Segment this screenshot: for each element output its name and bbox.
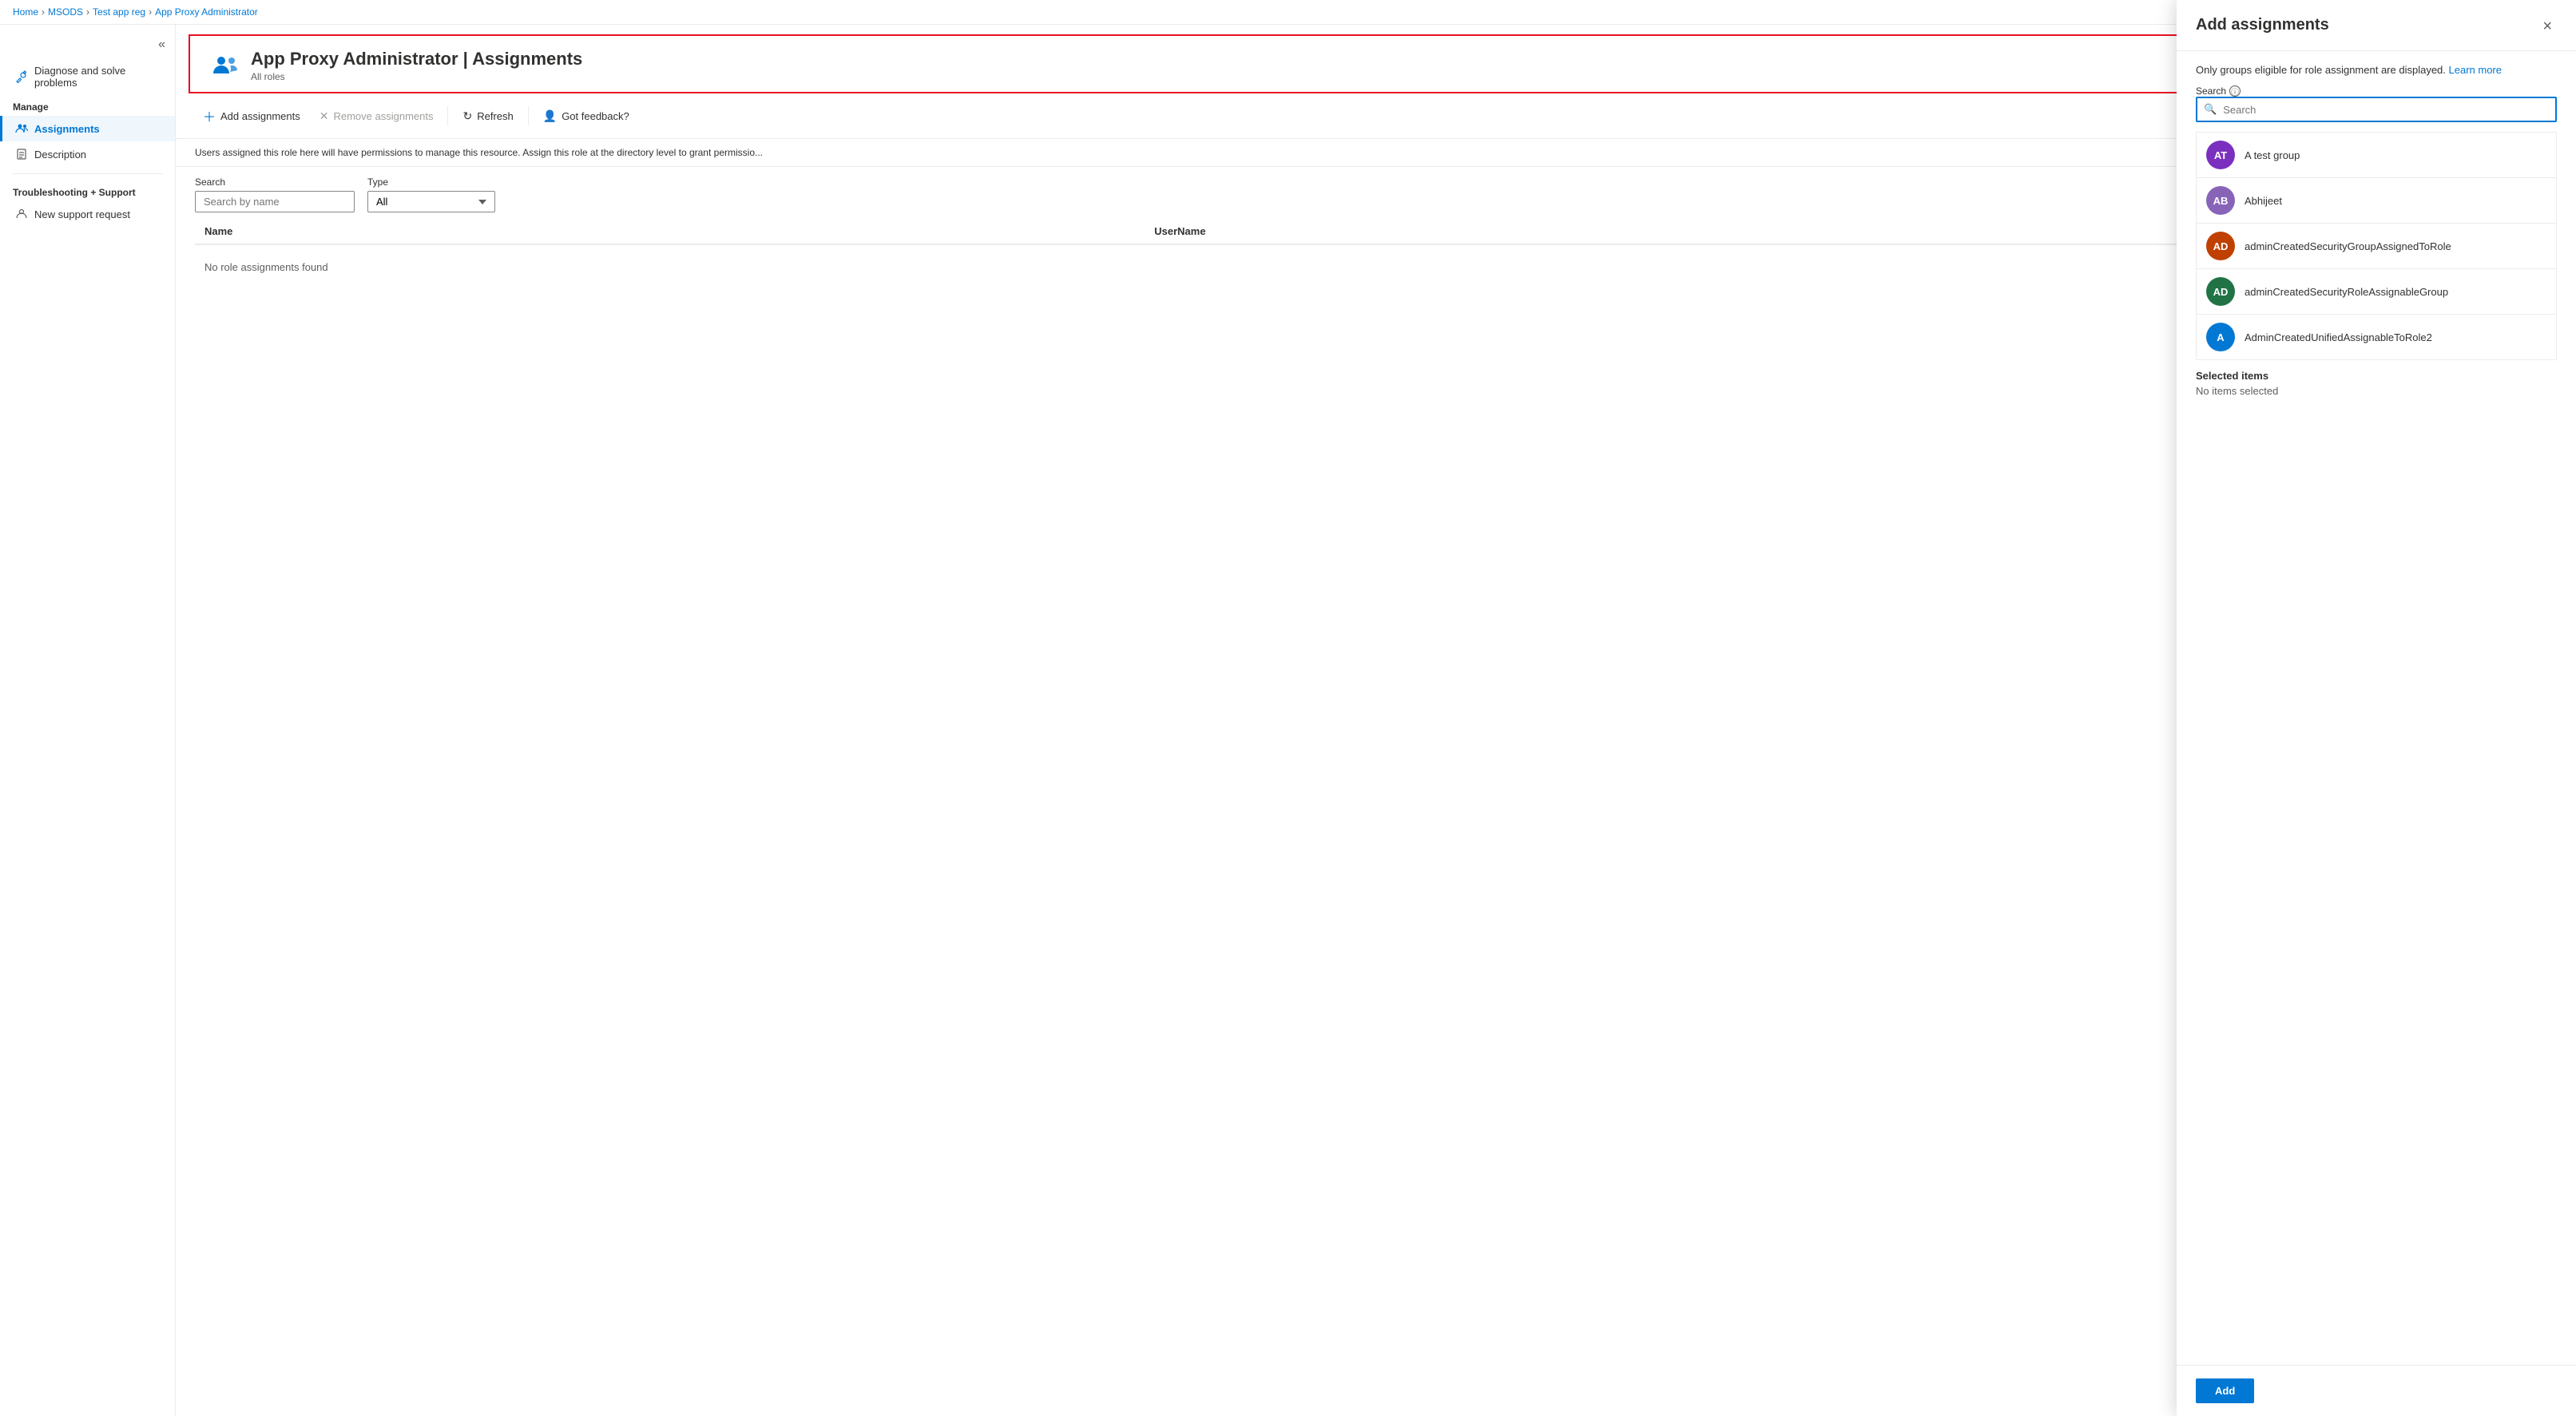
selected-items-label: Selected items [2196, 370, 2557, 382]
sidebar-item-diagnose-label: Diagnose and solve problems [34, 65, 162, 89]
no-items-selected-text: No items selected [2196, 382, 2557, 400]
feedback-button[interactable]: 👤 Got feedback? [535, 105, 637, 128]
col-name[interactable]: Name [195, 219, 1145, 244]
avatar: AD [2206, 277, 2235, 306]
troubleshoot-label: Troubleshooting + Support [0, 180, 175, 201]
refresh-button[interactable]: ↻ Refresh [454, 105, 521, 128]
results-list: AT A test group AB Abhijeet AD adminCreatedSe… [2196, 132, 2557, 360]
panel-footer: Add [2177, 1365, 2576, 1416]
page-header-icon [209, 50, 241, 81]
results-item[interactable]: A AdminCreatedUnifiedAssignableToRole2 [2197, 315, 2556, 359]
breadcrumb-home[interactable]: Home [13, 6, 38, 18]
learn-more-link[interactable]: Learn more [2449, 64, 2502, 76]
search-group: Search [195, 177, 355, 212]
page-header-text: App Proxy Administrator | Assignments Al… [251, 49, 582, 82]
sidebar-item-description[interactable]: Description [0, 141, 175, 167]
sidebar-item-diagnose[interactable]: Diagnose and solve problems [0, 58, 175, 95]
type-group: Type All User Group [367, 177, 495, 212]
results-item-name: A test group [2245, 149, 2300, 161]
feedback-icon: 👤 [543, 109, 557, 123]
panel-header: Add assignments × [2177, 25, 2576, 51]
results-item-name: AdminCreatedUnifiedAssignableToRole2 [2245, 331, 2432, 343]
sidebar-item-support-label: New support request [34, 208, 130, 220]
add-assignments-panel: Add assignments × Only groups eligible f… [2177, 25, 2576, 1416]
info-circle-icon: ⓘ [2229, 85, 2241, 97]
panel-info: Only groups eligible for role assignment… [2196, 64, 2557, 76]
search-input[interactable] [195, 191, 355, 212]
toolbar-separator-2 [528, 106, 529, 125]
panel-search-input-wrap: 🔍 [2196, 97, 2557, 122]
results-item-name: Abhijeet [2245, 195, 2282, 207]
sidebar-item-assignments[interactable]: Assignments [0, 116, 175, 141]
collapse-sidebar-button[interactable]: « [155, 34, 169, 55]
sidebar: « Diagnose and solve problems Manage Ass… [0, 25, 176, 1416]
people-icon [15, 122, 28, 135]
remove-assignments-button[interactable]: ✕ Remove assignments [312, 105, 442, 128]
results-item[interactable]: AT A test group [2197, 133, 2556, 178]
breadcrumb-app-proxy[interactable]: App Proxy Administrator [155, 6, 258, 18]
panel-search-input[interactable] [2223, 99, 2555, 121]
results-item[interactable]: AD adminCreatedSecurityGroupAssignedToRol… [2197, 224, 2556, 269]
manage-label: Manage [0, 95, 175, 116]
avatar: AD [2206, 232, 2235, 260]
breadcrumb-test-app-reg[interactable]: Test app reg [93, 6, 145, 18]
person-icon [15, 208, 28, 220]
add-assignments-button[interactable]: ＋ Add assignments [195, 101, 308, 130]
breadcrumb-msods[interactable]: MSODS [48, 6, 83, 18]
search-label: Search [195, 177, 355, 188]
type-select[interactable]: All User Group [367, 191, 495, 212]
results-item-name: adminCreatedSecurityGroupAssignedToRole [2245, 240, 2451, 252]
sidebar-item-description-label: Description [34, 149, 86, 161]
avatar: AT [2206, 141, 2235, 169]
avatar: AB [2206, 186, 2235, 215]
page-title: App Proxy Administrator | Assignments [251, 49, 582, 69]
sidebar-item-assignments-label: Assignments [34, 123, 100, 135]
panel-title: Add assignments [2196, 25, 2329, 34]
panel-search-label: Search ⓘ [2196, 85, 2557, 97]
document-icon [15, 148, 28, 161]
selected-items-section: Selected items No items selected [2196, 370, 2557, 400]
sidebar-divider [13, 173, 162, 174]
panel-body: Only groups eligible for role assignment… [2177, 51, 2576, 1365]
page-subtitle: All roles [251, 71, 582, 82]
type-label: Type [367, 177, 495, 188]
results-item[interactable]: AD adminCreatedSecurityRoleAssignableGrou… [2197, 269, 2556, 315]
close-icon: ✕ [320, 109, 329, 123]
wrench-icon [15, 70, 28, 83]
add-icon: ＋ [203, 106, 216, 125]
add-button[interactable]: Add [2196, 1378, 2254, 1403]
panel-close-button[interactable]: × [2538, 25, 2557, 38]
sidebar-item-support[interactable]: New support request [0, 201, 175, 227]
toolbar-separator [447, 106, 448, 125]
results-item[interactable]: AB Abhijeet [2197, 178, 2556, 224]
refresh-icon: ↻ [462, 109, 472, 123]
avatar: A [2206, 323, 2235, 351]
panel-search-section: Search ⓘ 🔍 [2196, 85, 2557, 122]
search-icon: 🔍 [2197, 98, 2223, 121]
results-item-name: adminCreatedSecurityRoleAssignableGroup [2245, 286, 2448, 298]
